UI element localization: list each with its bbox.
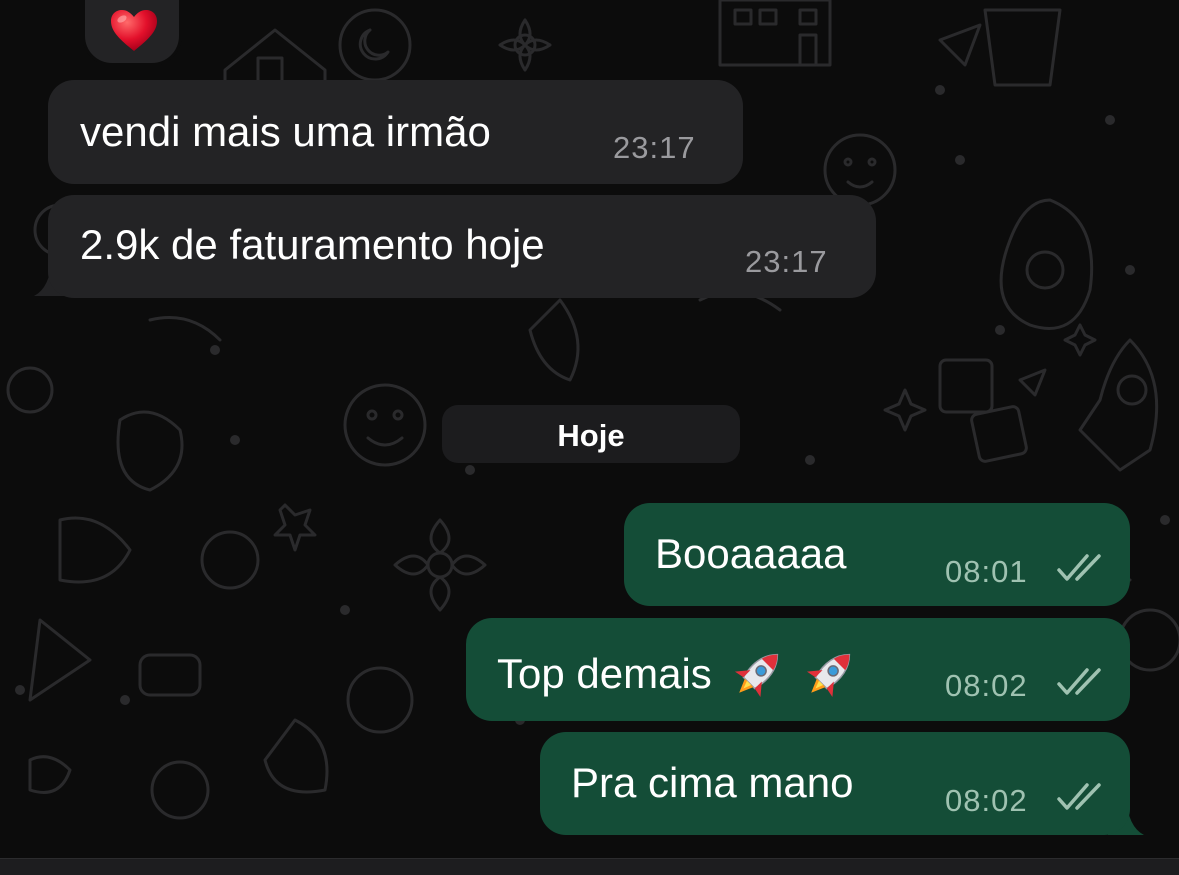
rocket-icon: [735, 653, 779, 698]
rocket-icon: [807, 653, 851, 698]
message-text: vendi mais uma irmão: [80, 108, 491, 155]
outgoing-message[interactable]: Top demais 08:02: [466, 618, 1130, 721]
message-text: Top demais: [497, 647, 861, 707]
red-heart-icon: [111, 10, 157, 51]
input-bar-edge: [0, 858, 1179, 875]
message-time: 23:17: [745, 244, 828, 279]
incoming-message[interactable]: 2.9k de faturamento hoje 23:17: [48, 195, 876, 298]
read-double-check-icon: [1057, 668, 1101, 695]
message-text: 2.9k de faturamento hoje: [80, 221, 545, 268]
read-double-check-icon: [1057, 554, 1101, 581]
date-separator: Hoje: [442, 405, 740, 463]
outgoing-message[interactable]: Booaaaaa 08:01: [624, 503, 1130, 606]
message-time: 08:02: [945, 783, 1028, 818]
message-text: Pra cima mano: [571, 759, 854, 806]
read-double-check-icon: [1057, 783, 1101, 810]
rocket-emoji-pair: [729, 646, 861, 698]
message-time: 08:01: [945, 554, 1028, 589]
outgoing-message[interactable]: Pra cima mano 08:02: [540, 732, 1130, 835]
message-text-label: Top demais: [497, 650, 712, 698]
reaction-badge[interactable]: [82, 0, 182, 66]
message-time: 23:17: [613, 130, 696, 165]
chat-area[interactable]: vendi mais uma irmão 23:17 2.9k de fatur…: [0, 0, 1179, 858]
message-text: Booaaaaa: [655, 530, 847, 577]
message-time: 08:02: [945, 668, 1028, 703]
date-separator-label: Hoje: [557, 418, 625, 453]
incoming-message[interactable]: vendi mais uma irmão 23:17: [48, 80, 743, 184]
